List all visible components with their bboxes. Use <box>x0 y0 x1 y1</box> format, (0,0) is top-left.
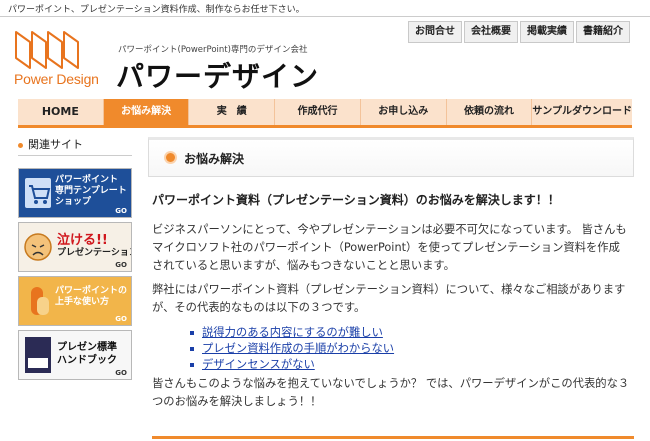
top-notice-bar: パワーポイント、プレゼンテーション資料作成、制作ならお任せ下さい。 <box>0 0 650 17</box>
go-label: GO <box>115 369 127 377</box>
list-item: プレゼン資料作成の手順がわからない <box>190 341 394 357</box>
heading-bullet-icon <box>166 153 175 162</box>
banner-powerpoint-tips[interactable]: パワーポイントの 上手な使い方 GO <box>18 276 132 326</box>
crying-face-icon <box>24 233 52 261</box>
banner-presentation-handbook-text: プレゼン標準 ハンドブック <box>57 342 117 366</box>
sidebar-heading: 関連サイト <box>18 136 132 156</box>
closing-paragraph: 皆さんもこのような悩みを抱えていないでしょうか？ では、パワーデザインがこの代表… <box>152 377 630 408</box>
banner-powerpoint-tips-text: パワーポイントの 上手な使い方 <box>55 286 128 307</box>
site-title[interactable]: パワーデザイン <box>116 55 319 95</box>
section-divider <box>152 436 634 439</box>
nav-home[interactable]: HOME <box>18 99 103 125</box>
go-label: GO <box>115 315 127 323</box>
page-heading-box: お悩み解決 <box>148 137 634 177</box>
go-label: GO <box>115 261 127 269</box>
nav-production[interactable]: 作成代行 <box>274 99 360 125</box>
link-persuasive-content[interactable]: 説得力のある内容にするのが難しい <box>202 326 383 339</box>
go-label: GO <box>115 207 127 215</box>
banner-crying-presentation[interactable]: 泣ける!! プレゼンテーション GO <box>18 222 132 272</box>
contact-link[interactable]: お問合せ <box>408 21 462 43</box>
top-notice-text: パワーポイント、プレゼンテーション資料作成、制作ならお任せ下さい。 <box>8 5 305 15</box>
cart-icon <box>25 178 51 208</box>
problem-link-list: 説得力のある内容にするのが難しい プレゼン資料作成の手順がわからない デザインセ… <box>190 325 394 373</box>
nav-sample-download[interactable]: サンプルダウンロード <box>531 99 632 125</box>
hand-icon <box>31 287 49 315</box>
nav-solutions[interactable]: お悩み解決 <box>102 99 189 125</box>
square-bullet-icon <box>190 347 194 351</box>
square-bullet-icon <box>190 363 194 367</box>
list-item: デザインセンスがない <box>190 357 394 373</box>
consultation-paragraph: 弊社にはパワーポイント資料（プレゼンテーション資料）について、様々なご相談があり… <box>152 283 626 314</box>
utility-nav: お問合せ 会社概要 掲載実績 書籍紹介 <box>408 21 630 43</box>
nav-results[interactable]: 実 績 <box>188 99 274 125</box>
company-link[interactable]: 会社概要 <box>464 21 518 43</box>
nav-apply[interactable]: お申し込み <box>359 99 446 125</box>
logo-wordmark[interactable]: Power Design <box>14 71 99 87</box>
site-tagline: パワーポイント(PowerPoint)専門のデザイン会社 <box>118 45 308 55</box>
link-creation-steps[interactable]: プレゼン資料作成の手順がわからない <box>202 342 394 355</box>
main-content: お悩み解決 パワーポイント資料（プレゼンテーション資料）のお悩みを解決します！！… <box>148 137 634 439</box>
nav-flow[interactable]: 依頼の流れ <box>445 99 532 125</box>
banner-template-shop-text: パワーポイント 専門テンプレート ショップ <box>55 175 127 207</box>
banner-crying-presentation-text: 泣ける!! プレゼンテーション <box>57 233 132 258</box>
book-icon <box>25 337 51 373</box>
list-item: 説得力のある内容にするのが難しい <box>190 325 394 341</box>
banner-template-shop[interactable]: パワーポイント 専門テンプレート ショップ GO <box>18 168 132 218</box>
lead-heading: パワーポイント資料（プレゼンテーション資料）のお悩みを解決します！！ <box>152 193 560 207</box>
bullet-icon <box>18 142 23 148</box>
banner-presentation-handbook[interactable]: プレゼン標準 ハンドブック GO <box>18 330 132 380</box>
portfolio-link[interactable]: 掲載実績 <box>520 21 574 43</box>
intro-paragraph: ビジネスパーソンにとって、今やプレゼンテーションは必要不可欠になっています。 皆… <box>152 223 627 272</box>
books-link[interactable]: 書籍紹介 <box>576 21 630 43</box>
square-bullet-icon <box>190 331 194 335</box>
main-nav: HOME お悩み解決 実 績 作成代行 お申し込み 依頼の流れ サンプルダウンロ… <box>18 99 632 128</box>
page-title: お悩み解決 <box>184 152 245 166</box>
sidebar-heading-text: 関連サイト <box>28 138 83 151</box>
link-design-sense[interactable]: デザインセンスがない <box>202 358 315 371</box>
